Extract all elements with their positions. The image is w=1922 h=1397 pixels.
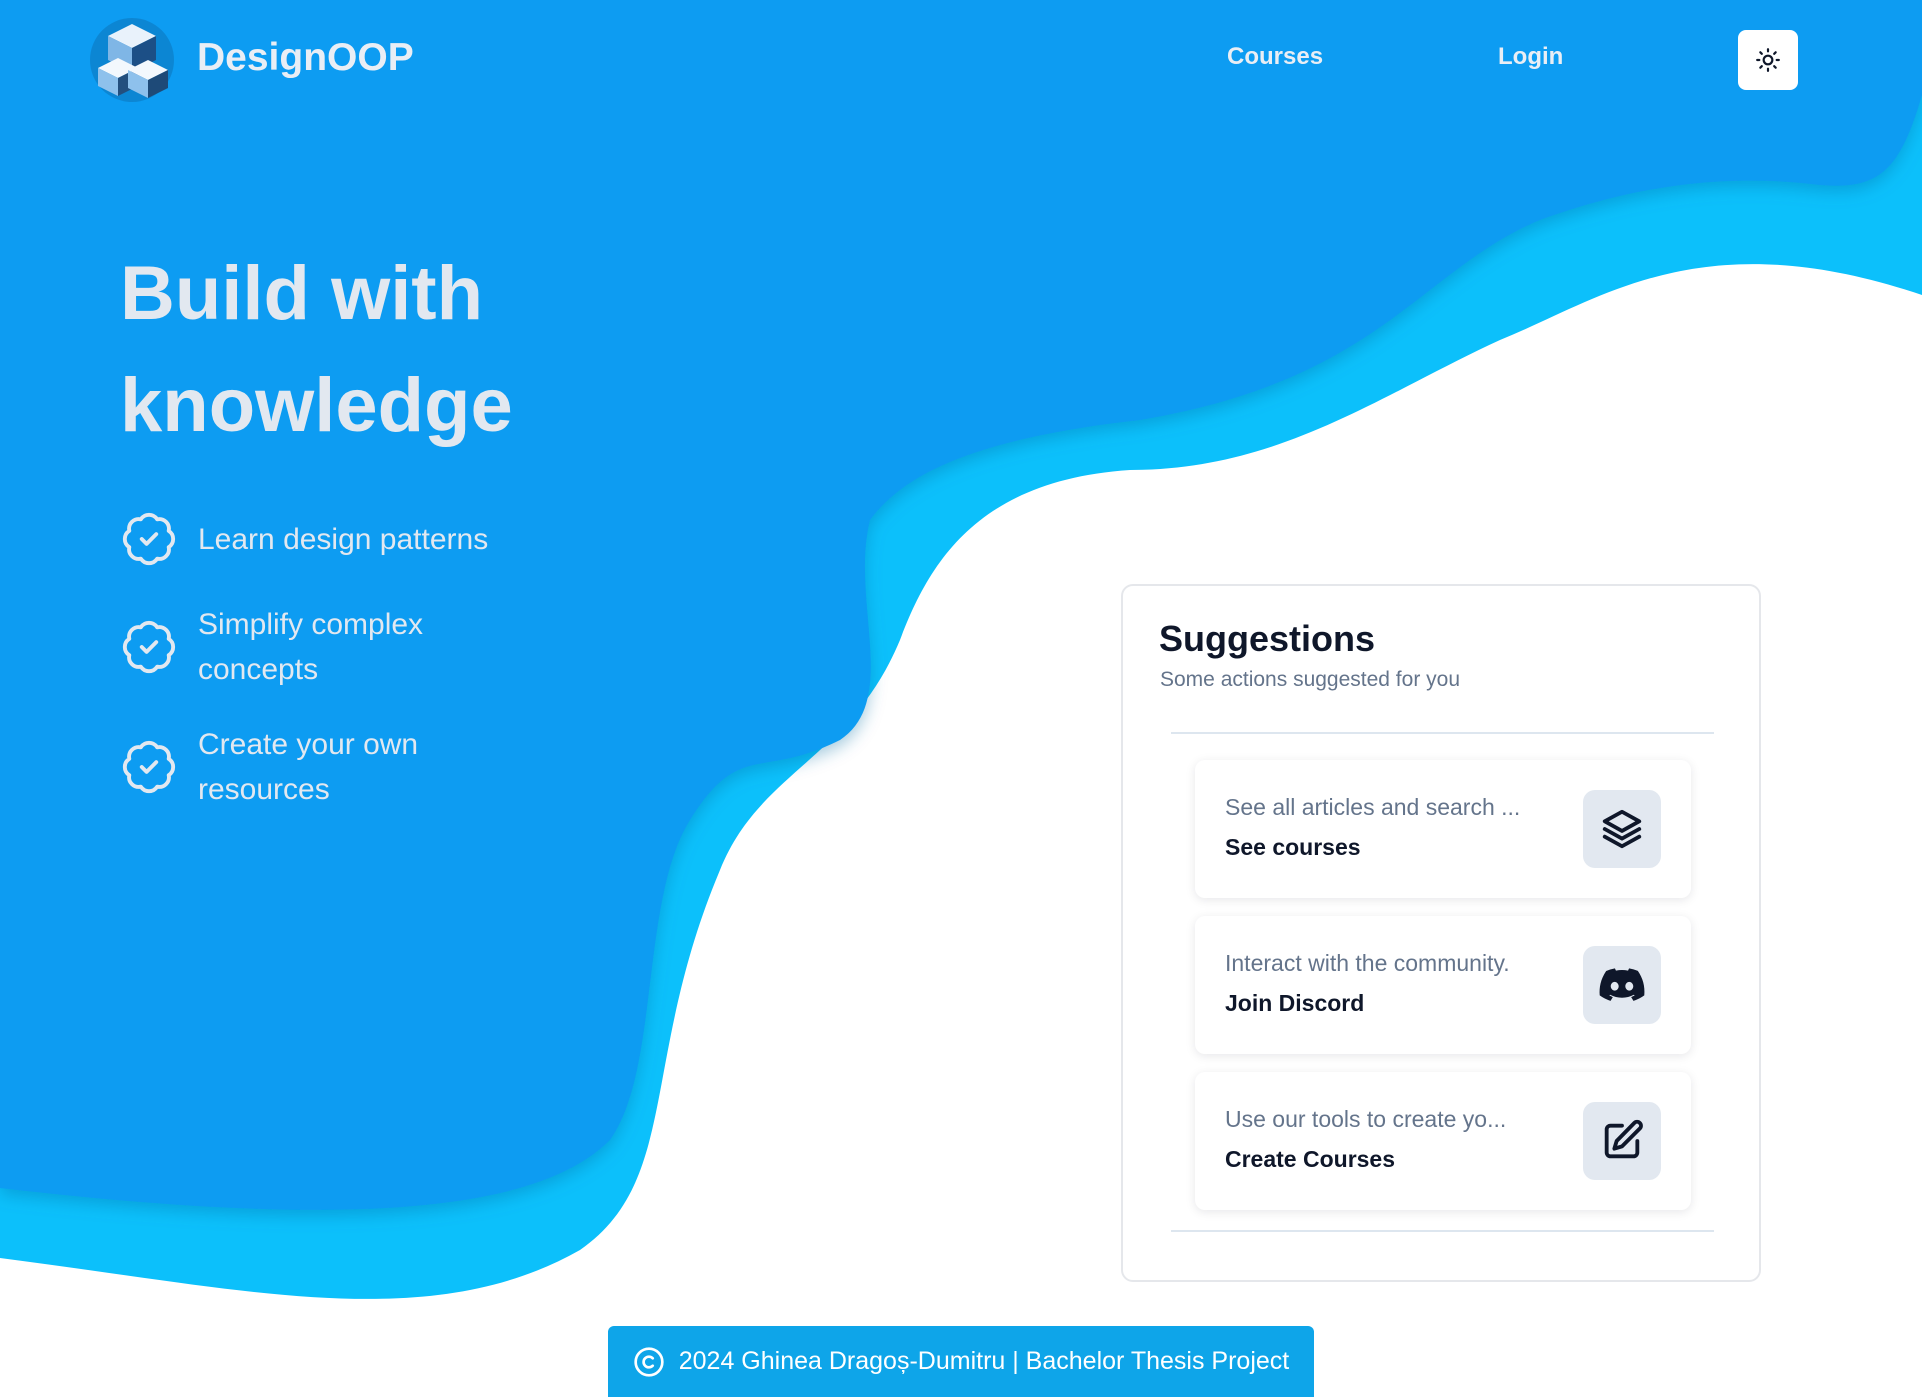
suggestion-item-see-courses[interactable]: See all articles and search ... See cour… xyxy=(1195,760,1691,898)
badge-check-icon xyxy=(122,740,176,794)
theme-toggle-button[interactable] xyxy=(1738,30,1798,90)
suggestion-action[interactable]: Join Discord xyxy=(1225,990,1364,1017)
layers-icon xyxy=(1602,809,1642,849)
discord-icon xyxy=(1599,968,1645,1001)
footer-text: 2024 Ghinea Dragoș-Dumitru | Bachelor Th… xyxy=(678,1347,1290,1375)
suggestion-action[interactable]: See courses xyxy=(1225,834,1361,861)
hero-title-line2: knowledge xyxy=(120,363,513,448)
feature-text: Simplify complex concepts xyxy=(198,608,424,686)
feature-item: Create your own resources xyxy=(120,722,580,812)
divider xyxy=(1171,732,1714,734)
suggestion-icon-box[interactable] xyxy=(1583,790,1661,868)
hero-title-line1: Build with xyxy=(120,251,484,336)
card-subtitle: Some actions suggested for you xyxy=(1160,668,1461,691)
suggestion-description: Interact with the community. xyxy=(1225,950,1510,976)
hero-title: Build with knowledge xyxy=(120,238,513,462)
brand-name[interactable]: DesignOOP xyxy=(197,36,414,80)
suggestion-item-join-discord[interactable]: Interact with the community. Join Discor… xyxy=(1195,916,1691,1054)
card-title: Suggestions xyxy=(1159,618,1376,659)
suggestion-action[interactable]: Create Courses xyxy=(1225,1146,1395,1173)
badge-check-icon xyxy=(122,620,176,674)
cubes-logo[interactable] xyxy=(88,16,176,104)
feature-text: Learn design patterns xyxy=(198,522,489,556)
copyright-icon xyxy=(634,1346,664,1377)
feature-text: Create your own resources xyxy=(198,728,419,806)
suggestion-description: See all articles and search ... xyxy=(1225,794,1521,820)
edit-icon xyxy=(1604,1119,1643,1159)
suggestion-icon-box[interactable] xyxy=(1583,946,1661,1024)
suggestion-item-create-courses[interactable]: Use our tools to create yo... Create Cou… xyxy=(1195,1072,1691,1210)
suggestion-icon-box[interactable] xyxy=(1583,1102,1661,1180)
badge-check-icon xyxy=(122,512,176,566)
divider xyxy=(1171,1230,1714,1232)
footer-banner: 2024 Ghinea Dragoș-Dumitru | Bachelor Th… xyxy=(608,1326,1314,1397)
top-navbar: DesignOOP Courses Login xyxy=(0,0,1922,120)
nav-link-login[interactable]: Login xyxy=(1498,43,1563,71)
sun-icon xyxy=(1756,48,1780,72)
suggestions-card: Suggestions Some actions suggested for y… xyxy=(1121,584,1761,1282)
suggestion-description: Use our tools to create yo... xyxy=(1225,1106,1507,1132)
feature-item: Learn design patterns xyxy=(120,510,580,568)
feature-item: Simplify complex concepts xyxy=(120,602,580,692)
nav-link-courses[interactable]: Courses xyxy=(1227,43,1323,71)
